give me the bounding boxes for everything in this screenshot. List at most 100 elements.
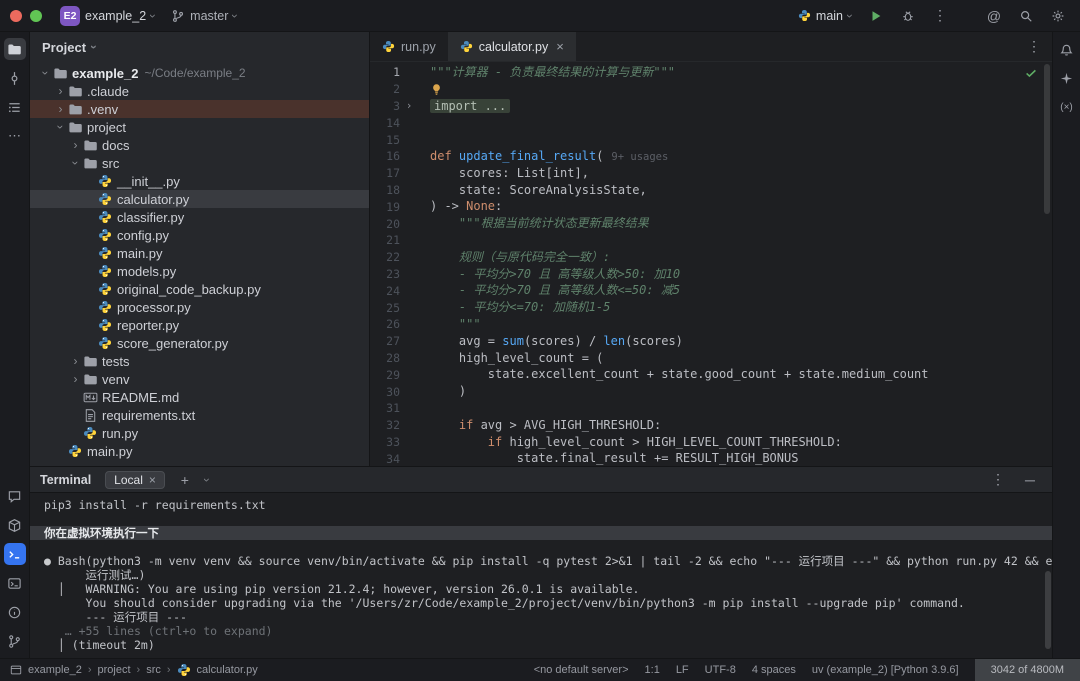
terminal-output[interactable]: pip3 install -r requirements.txt你在虚拟环境执行… <box>30 493 1052 658</box>
chevron-down-icon[interactable]: › <box>54 120 68 135</box>
tree-item-label: venv <box>102 372 129 387</box>
chevron-right-icon[interactable]: › <box>68 372 83 386</box>
code-segment: avg > AVG_HIGH_THRESHOLD: <box>473 418 661 432</box>
status-item[interactable]: LF <box>676 664 689 676</box>
zoom-window-button[interactable] <box>30 10 42 22</box>
chat-tool-button[interactable] <box>4 485 26 507</box>
line-number: 34 <box>370 452 400 466</box>
tree-item-score_generator.py[interactable]: score_generator.py <box>30 334 369 352</box>
search-everywhere-icon[interactable] <box>1014 4 1038 28</box>
intention-bulb-icon[interactable] <box>430 83 443 96</box>
tree-item-reporter.py[interactable]: reporter.py <box>30 316 369 334</box>
chevron-right-icon[interactable]: › <box>68 354 83 368</box>
ai-assistant-icon[interactable]: @ <box>982 4 1006 28</box>
debug-button[interactable] <box>896 4 920 28</box>
tab-options-icon[interactable]: ⋮ <box>1022 35 1046 59</box>
new-terminal-tab-icon[interactable]: + <box>173 468 197 492</box>
terminal-options-icon[interactable]: ⋮ <box>986 468 1010 492</box>
chevron-down-icon[interactable]: › <box>69 156 83 171</box>
tree-item-main.py[interactable]: main.py <box>30 442 369 460</box>
close-tab-icon[interactable]: × <box>556 39 564 54</box>
tree-item-project[interactable]: ›project <box>30 118 369 136</box>
python-packages-tool-button[interactable] <box>4 514 26 536</box>
tree-item-models.py[interactable]: models.py <box>30 262 369 280</box>
more-tool-windows-icon[interactable]: ⋯ <box>4 125 26 147</box>
terminal-tool-button[interactable] <box>4 543 26 565</box>
chevron-right-icon[interactable]: › <box>53 102 68 116</box>
notifications-bell-icon[interactable] <box>1056 38 1078 60</box>
memory-indicator[interactable]: 3042 of 4800M <box>975 659 1080 681</box>
tree-item-example_2[interactable]: ›example_2~/Code/example_2 <box>30 64 369 82</box>
status-item[interactable]: UTF-8 <box>705 664 736 676</box>
chevron-right-icon[interactable]: › <box>68 138 83 152</box>
close-window-button[interactable] <box>10 10 22 22</box>
terminal-dropdown-icon[interactable]: › <box>201 478 213 482</box>
chevron-down-icon[interactable]: › <box>39 66 53 81</box>
tree-item-src[interactable]: ›src <box>30 154 369 172</box>
version-control-tool-button[interactable] <box>4 630 26 652</box>
terminal-line: 运行测试…) <box>30 568 1052 582</box>
editor-scrollbar[interactable] <box>1044 64 1050 214</box>
tree-item-main.py[interactable]: main.py <box>30 244 369 262</box>
status-item[interactable]: 1:1 <box>645 664 660 676</box>
settings-gear-icon[interactable] <box>1046 4 1070 28</box>
breadcrumb-item[interactable]: example_2 <box>28 664 82 676</box>
tree-item-original_code_backup.py[interactable]: original_code_backup.py <box>30 280 369 298</box>
run-config-widget[interactable]: main › <box>794 7 856 25</box>
tree-item-classifier.py[interactable]: classifier.py <box>30 208 369 226</box>
breadcrumb-item[interactable]: calculator.py <box>197 664 258 676</box>
code-editor[interactable]: 123›141516171819202122232425262728293031… <box>370 62 1052 466</box>
status-item[interactable]: <no default server> <box>534 664 629 676</box>
python-console-tool-button[interactable] <box>4 572 26 594</box>
tree-item-run.py[interactable]: run.py <box>30 424 369 442</box>
tree-item-docs[interactable]: ›docs <box>30 136 369 154</box>
inline-completion-button[interactable]: (×) <box>1056 96 1078 118</box>
more-actions-icon[interactable]: ⋮ <box>928 4 952 28</box>
problems-tool-button[interactable] <box>4 601 26 623</box>
tree-item-config.py[interactable]: config.py <box>30 226 369 244</box>
branch-name: master <box>190 9 228 23</box>
ai-assistant-tool-button[interactable] <box>1056 67 1078 89</box>
left-tool-stripe: ⋯ <box>0 32 30 658</box>
tab-run-py[interactable]: run.py <box>370 32 448 61</box>
hide-terminal-icon[interactable]: ─ <box>1018 468 1042 492</box>
breadcrumb-item[interactable]: src <box>146 664 161 676</box>
chevron-right-icon[interactable]: › <box>53 84 68 98</box>
tab-calculator-py[interactable]: calculator.py × <box>448 32 576 61</box>
usages-inlay-hint[interactable]: 9+ usages <box>611 151 668 163</box>
line-number: 21 <box>370 233 400 247</box>
tree-item-requirements.txt[interactable]: requirements.txt <box>30 406 369 424</box>
tree-item-label: run.py <box>102 426 138 441</box>
commit-tool-button[interactable] <box>4 67 26 89</box>
terminal-scrollbar[interactable] <box>1045 571 1051 649</box>
code-segment: high_level_count > HIGH_LEVEL_COUNT_THRE… <box>502 435 842 449</box>
tree-item-.venv[interactable]: ›.venv <box>30 100 369 118</box>
run-button[interactable] <box>864 4 888 28</box>
line-number: 24 <box>370 284 400 298</box>
code-segment: - 平均分<=70: 加随机1-5 <box>430 300 610 314</box>
code-line: def update_final_result(9+ usages <box>430 148 1052 165</box>
project-tool-button[interactable] <box>4 38 26 60</box>
breadcrumb-item[interactable]: project <box>98 664 131 676</box>
tree-item-__init__.py[interactable]: __init__.py <box>30 172 369 190</box>
tree-item-processor.py[interactable]: processor.py <box>30 298 369 316</box>
code-segment <box>430 435 488 449</box>
fold-arrow-icon[interactable]: › <box>400 99 418 112</box>
tree-item-venv[interactable]: › venv <box>30 370 369 388</box>
tree-item-tests[interactable]: ›tests <box>30 352 369 370</box>
project-widget[interactable]: E2 example_2 › <box>56 4 159 28</box>
tree-item-README.md[interactable]: README.md <box>30 388 369 406</box>
terminal-tab-local[interactable]: Local × <box>105 471 165 489</box>
structure-tool-button[interactable] <box>4 96 26 118</box>
status-item[interactable]: 4 spaces <box>752 664 796 676</box>
status-item[interactable]: uv (example_2) [Python 3.9.6] <box>812 664 959 676</box>
close-terminal-tab-icon[interactable]: × <box>149 473 156 487</box>
line-number: 2 <box>370 82 400 96</box>
vcs-widget[interactable]: master › <box>167 7 241 25</box>
tree-item-label: models.py <box>117 264 176 279</box>
line-number: 18 <box>370 183 400 197</box>
tree-item-calculator.py[interactable]: calculator.py <box>30 190 369 208</box>
tree-item-.claude[interactable]: ›.claude <box>30 82 369 100</box>
inspections-passed-icon[interactable] <box>1024 66 1038 80</box>
project-panel-header[interactable]: Project › <box>30 32 369 62</box>
